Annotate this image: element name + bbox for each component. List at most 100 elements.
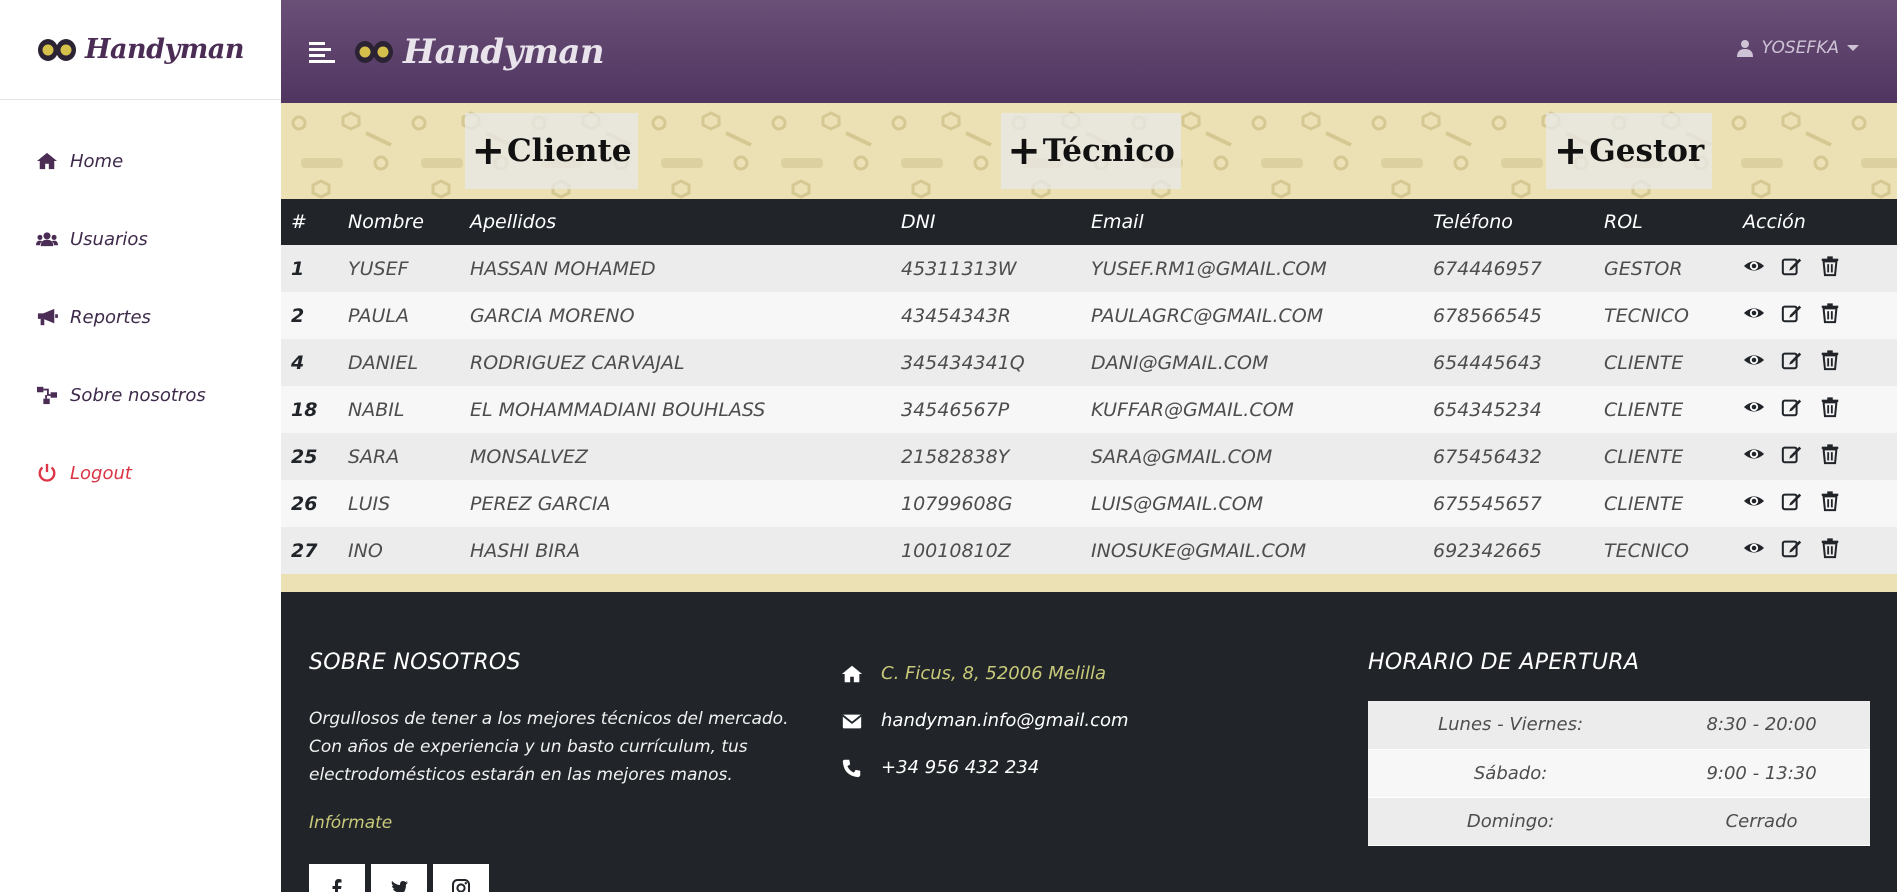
cell-nombre: SARA bbox=[348, 445, 400, 468]
about-title: SOBRE NOSOTROS bbox=[309, 650, 521, 675]
footer-hours: HORARIO DE APERTURA Lunes - Viernes: 8:3… bbox=[1368, 650, 1870, 846]
cell-actions bbox=[1733, 339, 1897, 386]
cell-dni: 43454343R bbox=[901, 304, 1011, 327]
table-row: 1 YUSEF HASSAN MOHAMED 45311313W YUSEF.R… bbox=[281, 245, 1897, 292]
megaphone-icon bbox=[37, 308, 58, 326]
cell-apellidos: GARCIA MORENO bbox=[470, 304, 635, 327]
view-icon[interactable] bbox=[1743, 490, 1765, 512]
sidebar-item-reportes[interactable]: Reportes bbox=[0, 278, 281, 356]
sidebar-brand[interactable]: Handyman bbox=[0, 0, 281, 100]
cell-nombre: NABIL bbox=[348, 398, 405, 421]
edit-icon[interactable] bbox=[1781, 490, 1803, 512]
delete-icon[interactable] bbox=[1819, 443, 1841, 465]
cell-actions bbox=[1733, 527, 1897, 574]
cell-rol: CLIENTE bbox=[1604, 351, 1684, 374]
edit-icon[interactable] bbox=[1781, 349, 1803, 371]
plus-icon: + bbox=[471, 128, 505, 174]
cell-email: LUIS@GMAIL.COM bbox=[1091, 492, 1264, 515]
cell-rol: TECNICO bbox=[1604, 304, 1689, 327]
delete-icon[interactable] bbox=[1819, 396, 1841, 418]
top-header: Handyman YOSEFKA bbox=[281, 0, 1897, 103]
delete-icon[interactable] bbox=[1819, 302, 1841, 324]
cell-id: 4 bbox=[291, 351, 305, 374]
menu-toggle-icon[interactable] bbox=[309, 39, 335, 65]
table-header-row: # Nombre Apellidos DNI Email Teléfono RO… bbox=[281, 199, 1897, 245]
cell-apellidos: RODRIGUEZ CARVAJAL bbox=[470, 351, 685, 374]
phone-icon bbox=[842, 759, 861, 777]
cell-nombre: YUSEF bbox=[348, 257, 409, 280]
facebook-icon bbox=[332, 879, 342, 892]
instagram-button[interactable] bbox=[433, 864, 489, 892]
twitter-button[interactable] bbox=[371, 864, 427, 892]
edit-icon[interactable] bbox=[1781, 537, 1803, 559]
view-icon[interactable] bbox=[1743, 255, 1765, 277]
sidebar-item-sobre-nosotros[interactable]: Sobre nosotros bbox=[0, 356, 281, 434]
cell-email: INOSUKE@GMAIL.COM bbox=[1091, 539, 1307, 562]
cell-email: YUSEF.RM1@GMAIL.COM bbox=[1091, 257, 1327, 280]
table-row: 4 DANIEL RODRIGUEZ CARVAJAL 345434341Q D… bbox=[281, 339, 1897, 386]
footer: SOBRE NOSOTROS Orgullosos de tener a los… bbox=[281, 592, 1897, 892]
sidebar-item-label: Reportes bbox=[70, 306, 151, 328]
add-gestor-button[interactable]: + Gestor bbox=[1546, 113, 1712, 189]
add-tecnico-button[interactable]: + Técnico bbox=[1001, 113, 1181, 189]
edit-icon[interactable] bbox=[1781, 443, 1803, 465]
delete-icon[interactable] bbox=[1819, 349, 1841, 371]
cell-dni: 34546567P bbox=[901, 398, 1010, 421]
cell-telefono: 654345234 bbox=[1433, 398, 1542, 421]
footer-contact: C. Ficus, 8, 52006 Melilla handyman.info… bbox=[841, 650, 1129, 791]
view-icon[interactable] bbox=[1743, 396, 1765, 418]
goggles-logo-icon bbox=[38, 38, 77, 61]
cell-id: 2 bbox=[291, 304, 305, 327]
cell-rol: GESTOR bbox=[1604, 257, 1683, 280]
phone-text[interactable]: +34 956 432 234 bbox=[881, 757, 1039, 778]
cell-telefono: 675545657 bbox=[1433, 492, 1542, 515]
delete-icon[interactable] bbox=[1819, 537, 1841, 559]
sidebar-item-home[interactable]: Home bbox=[0, 122, 281, 200]
cell-dni: 45311313W bbox=[901, 257, 1017, 280]
address-text: C. Ficus, 8, 52006 Melilla bbox=[881, 663, 1107, 684]
sidebar: Handyman Home Usuarios Reportes Sobre no… bbox=[0, 0, 281, 892]
sidebar-item-usuarios[interactable]: Usuarios bbox=[0, 200, 281, 278]
cell-rol: CLIENTE bbox=[1604, 492, 1684, 515]
delete-icon[interactable] bbox=[1819, 490, 1841, 512]
sidebar-brand-name: Handyman bbox=[85, 34, 244, 65]
hours-time: Cerrado bbox=[1725, 810, 1798, 832]
email-text[interactable]: handyman.info@gmail.com bbox=[881, 710, 1129, 731]
edit-icon[interactable] bbox=[1781, 302, 1803, 324]
header-brand[interactable]: Handyman bbox=[353, 32, 605, 72]
view-icon[interactable] bbox=[1743, 443, 1765, 465]
edit-icon[interactable] bbox=[1781, 255, 1803, 277]
cell-actions bbox=[1733, 480, 1897, 527]
cell-dni: 10799608G bbox=[901, 492, 1013, 515]
table-row: 25 SARA MONSALVEZ 21582838Y SARA@GMAIL.C… bbox=[281, 433, 1897, 480]
hours-day: Domingo: bbox=[1466, 810, 1555, 832]
instagram-icon bbox=[452, 879, 470, 892]
sitemap-icon bbox=[37, 386, 57, 405]
twitter-icon bbox=[391, 881, 408, 892]
sidebar-item-logout[interactable]: Logout bbox=[0, 434, 281, 512]
sidebar-nav: Home Usuarios Reportes Sobre nosotros Lo… bbox=[0, 100, 281, 512]
view-icon[interactable] bbox=[1743, 349, 1765, 371]
view-icon[interactable] bbox=[1743, 537, 1765, 559]
hours-row: Lunes - Viernes: 8:30 - 20:00 bbox=[1368, 701, 1870, 749]
contact-phone: +34 956 432 234 bbox=[841, 744, 1129, 791]
user-menu[interactable]: YOSEFKA bbox=[1737, 38, 1859, 58]
add-cliente-button[interactable]: + Cliente bbox=[465, 113, 638, 189]
cell-id: 27 bbox=[291, 539, 318, 562]
add-cliente-label: Cliente bbox=[506, 133, 632, 169]
cell-apellidos: HASHI BIRA bbox=[470, 539, 581, 562]
cell-dni: 345434341Q bbox=[901, 351, 1025, 374]
cell-id: 18 bbox=[291, 398, 318, 421]
delete-icon[interactable] bbox=[1819, 255, 1841, 277]
envelope-icon bbox=[842, 714, 862, 728]
cell-apellidos: HASSAN MOHAMED bbox=[470, 257, 656, 280]
plus-icon: + bbox=[1007, 128, 1041, 174]
facebook-button[interactable] bbox=[309, 864, 365, 892]
about-link[interactable]: Infórmate bbox=[309, 813, 809, 833]
col-header-accion: Acción bbox=[1743, 211, 1806, 233]
view-icon[interactable] bbox=[1743, 302, 1765, 324]
col-header-nombre: Nombre bbox=[348, 211, 424, 233]
cell-nombre: LUIS bbox=[348, 492, 391, 515]
edit-icon[interactable] bbox=[1781, 396, 1803, 418]
users-icon bbox=[36, 232, 58, 247]
